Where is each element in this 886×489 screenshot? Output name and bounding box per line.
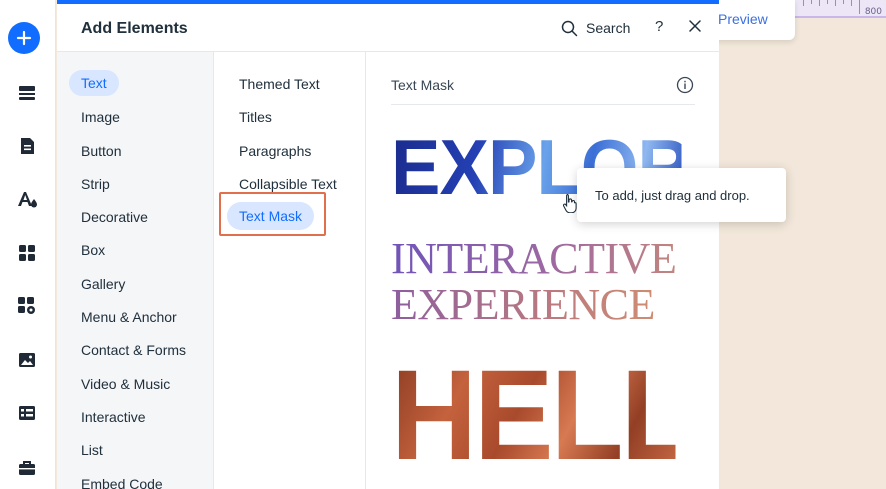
portfolio-button[interactable] <box>9 450 45 486</box>
subcategory-titles[interactable]: Titles <box>239 109 272 125</box>
subcategory-collapsible-text[interactable]: Collapsible Text <box>239 176 337 192</box>
tooltip-text: To add, just drag and drop. <box>595 187 750 203</box>
category-image[interactable]: Image <box>81 109 120 125</box>
text-mask-hello[interactable]: HELLO <box>391 352 783 480</box>
pages-icon <box>21 138 34 154</box>
business-apps-button[interactable] <box>9 288 45 324</box>
subcategory-list: Themed Text Titles Paragraphs Collapsibl… <box>215 52 366 489</box>
add-elements-panel: Add Elements Search ? Text Image Button … <box>57 0 783 489</box>
search-icon <box>561 20 578 36</box>
add-elements-button[interactable] <box>8 22 40 54</box>
preset-area: Text Mask EXPLORE INTERACTIVE EXPERIENCE… <box>367 52 783 489</box>
search-label: Search <box>586 20 631 36</box>
subcategory-paragraphs[interactable]: Paragraphs <box>239 143 311 159</box>
theme-icon <box>18 192 37 208</box>
business-apps-icon <box>18 297 35 314</box>
media-icon <box>19 353 35 367</box>
plus-icon <box>16 30 32 46</box>
preview-button[interactable]: Preview <box>718 11 768 27</box>
category-list[interactable]: List <box>81 442 103 458</box>
search-button[interactable]: Search <box>561 18 630 38</box>
apps-button[interactable] <box>9 235 45 271</box>
briefcase-icon <box>19 461 35 475</box>
text-mask-interactive[interactable]: INTERACTIVE <box>391 236 697 282</box>
hand-cursor-icon <box>562 193 577 213</box>
theme-button[interactable] <box>9 181 45 217</box>
category-video-music[interactable]: Video & Music <box>81 376 170 392</box>
horizontal-ruler: 800 <box>795 0 886 18</box>
drag-tooltip: To add, just drag and drop. <box>577 168 786 222</box>
category-strip[interactable]: Strip <box>81 176 110 192</box>
apps-icon <box>19 245 35 261</box>
panel-title: Add Elements <box>81 20 188 37</box>
category-embed-code[interactable]: Embed Code <box>81 476 163 489</box>
subcategory-themed-text[interactable]: Themed Text <box>239 76 320 92</box>
category-contact-forms[interactable]: Contact & Forms <box>81 342 186 358</box>
category-text[interactable]: Text <box>69 70 119 96</box>
category-interactive[interactable]: Interactive <box>81 409 146 425</box>
pages-button[interactable] <box>9 128 45 164</box>
left-toolbar <box>0 0 56 489</box>
category-gallery[interactable]: Gallery <box>81 276 125 292</box>
section-divider <box>391 104 695 105</box>
media-button[interactable] <box>9 342 45 378</box>
sections-icon <box>19 86 35 100</box>
close-button[interactable] <box>686 17 704 35</box>
category-list: Text Image Button Strip Decorative Box G… <box>57 52 214 489</box>
panel-header: Add Elements Search ? <box>57 4 719 52</box>
ruler-label: 800 <box>864 7 882 17</box>
sections-button[interactable] <box>9 75 45 111</box>
category-button[interactable]: Button <box>81 143 121 159</box>
highlight-annotation <box>219 192 326 236</box>
cms-button[interactable] <box>9 395 45 431</box>
help-button[interactable]: ? <box>655 18 663 35</box>
category-menu-anchor[interactable]: Menu & Anchor <box>81 309 177 325</box>
category-decorative[interactable]: Decorative <box>81 209 148 225</box>
close-icon <box>689 20 701 32</box>
info-icon[interactable] <box>676 76 694 94</box>
cms-icon <box>19 406 35 420</box>
section-title: Text Mask <box>391 77 455 93</box>
category-box[interactable]: Box <box>81 242 105 258</box>
text-mask-experience[interactable]: EXPERIENCE <box>391 282 697 328</box>
